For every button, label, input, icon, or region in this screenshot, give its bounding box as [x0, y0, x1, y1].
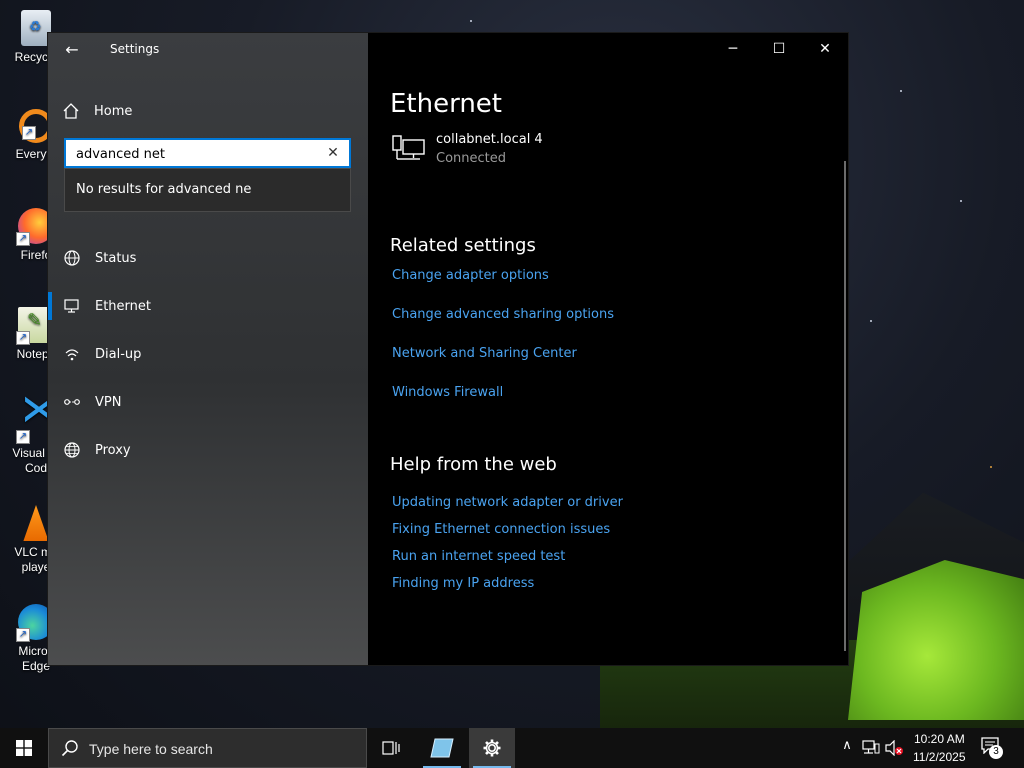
settings-nav-pane: ← Settings Home ✕ No results for advance… [48, 33, 368, 665]
maximize-icon: ☐ [772, 41, 786, 57]
link-updating-adapter-driver[interactable]: Updating network adapter or driver [392, 495, 623, 510]
tray-overflow-button[interactable]: ∧ [838, 738, 856, 758]
search-clear-button[interactable]: ✕ [323, 143, 343, 163]
taskbar-search-box[interactable]: Type here to search [48, 728, 367, 768]
star [960, 200, 962, 202]
clock-date[interactable]: 11/2/2025 [913, 750, 966, 764]
shortcut-arrow-icon: ↗ [16, 628, 30, 642]
close-window-button[interactable]: ✕ [802, 33, 848, 65]
link-windows-firewall[interactable]: Windows Firewall [392, 385, 503, 400]
chevron-up-icon: ∧ [842, 738, 852, 753]
network-name[interactable]: collabnet.local 4 [436, 132, 543, 147]
settings-search-box: ✕ [64, 138, 351, 168]
star [470, 20, 472, 22]
shortcut-arrow-icon: ↗ [16, 232, 30, 246]
app-window-icon [430, 738, 454, 758]
volume-muted-icon[interactable] [884, 740, 904, 756]
star [900, 90, 902, 92]
minimize-button[interactable]: ─ [710, 33, 756, 65]
nav-item-label: Proxy [95, 442, 131, 458]
star [870, 320, 872, 322]
task-view-icon [382, 741, 400, 755]
taskbar-settings-button[interactable] [469, 728, 515, 768]
vpn-icon [64, 399, 80, 405]
settings-window: ← Settings Home ✕ No results for advance… [48, 33, 848, 665]
taskbar: Type here to search ∧ 10:20 AM 11/2/2025… [0, 728, 1024, 768]
star [990, 466, 992, 468]
minimize-icon: ─ [728, 41, 738, 57]
related-settings-heading: Related settings [390, 235, 536, 256]
nav-item-dialup[interactable]: Dial-up [48, 336, 368, 372]
back-arrow-icon: ← [65, 40, 79, 59]
link-speed-test[interactable]: Run an internet speed test [392, 549, 565, 564]
link-change-advanced-sharing[interactable]: Change advanced sharing options [392, 307, 614, 322]
proxy-globe-icon [64, 442, 80, 458]
search-icon [61, 740, 78, 757]
nav-item-label: Ethernet [95, 298, 151, 314]
shortcut-arrow-icon: ↗ [22, 126, 36, 140]
ethernet-computer-icon [392, 135, 425, 160]
ethernet-icon [64, 299, 79, 313]
nav-item-proxy[interactable]: Proxy [48, 432, 368, 468]
globe-icon [64, 250, 80, 266]
gear-icon [483, 739, 501, 757]
dialup-icon [65, 349, 79, 361]
link-fixing-ethernet-issues[interactable]: Fixing Ethernet connection issues [392, 522, 610, 537]
back-button[interactable]: ← [60, 39, 84, 61]
link-network-sharing-center[interactable]: Network and Sharing Center [392, 346, 577, 361]
close-icon: ✕ [327, 145, 339, 161]
page-title: Ethernet [390, 89, 502, 119]
nav-item-ethernet[interactable]: Ethernet [48, 288, 368, 324]
recycle-bin-icon: ♻ [21, 10, 51, 46]
taskbar-search-placeholder: Type here to search [89, 741, 213, 757]
shortcut-arrow-icon: ↗ [16, 430, 30, 444]
home-icon [63, 103, 79, 119]
notification-count-badge: 3 [989, 745, 1003, 759]
start-button[interactable] [0, 728, 48, 768]
search-no-results: No results for advanced ne [64, 168, 351, 212]
settings-content-pane: ─ ☐ ✕ Ethernet collabnet.local 4 Connect… [368, 33, 848, 665]
window-title: Settings [110, 42, 160, 56]
taskbar-app-pinned[interactable] [419, 728, 465, 768]
shortcut-arrow-icon: ↗ [16, 331, 30, 345]
close-icon: ✕ [819, 41, 831, 57]
network-status: Connected [436, 151, 507, 166]
nav-item-vpn[interactable]: VPN [48, 384, 368, 420]
action-center-button[interactable]: 3 [980, 736, 1008, 762]
nav-item-status[interactable]: Status [48, 240, 368, 276]
nav-item-label: Status [95, 250, 137, 266]
help-web-heading: Help from the web [390, 454, 557, 475]
nav-home[interactable]: Home [62, 97, 352, 125]
nav-item-label: Dial-up [95, 346, 142, 362]
nav-home-label: Home [94, 103, 133, 119]
task-view-button[interactable] [368, 728, 414, 768]
settings-search-input[interactable] [76, 144, 316, 164]
link-finding-ip[interactable]: Finding my IP address [392, 576, 534, 591]
clock-time[interactable]: 10:20 AM [914, 732, 965, 746]
link-change-adapter-options[interactable]: Change adapter options [392, 268, 549, 283]
nav-item-label: VPN [95, 394, 122, 410]
windows-logo-icon [16, 740, 32, 756]
maximize-button[interactable]: ☐ [756, 33, 802, 65]
content-scrollbar[interactable] [844, 161, 846, 651]
network-tray-icon[interactable] [862, 740, 880, 756]
